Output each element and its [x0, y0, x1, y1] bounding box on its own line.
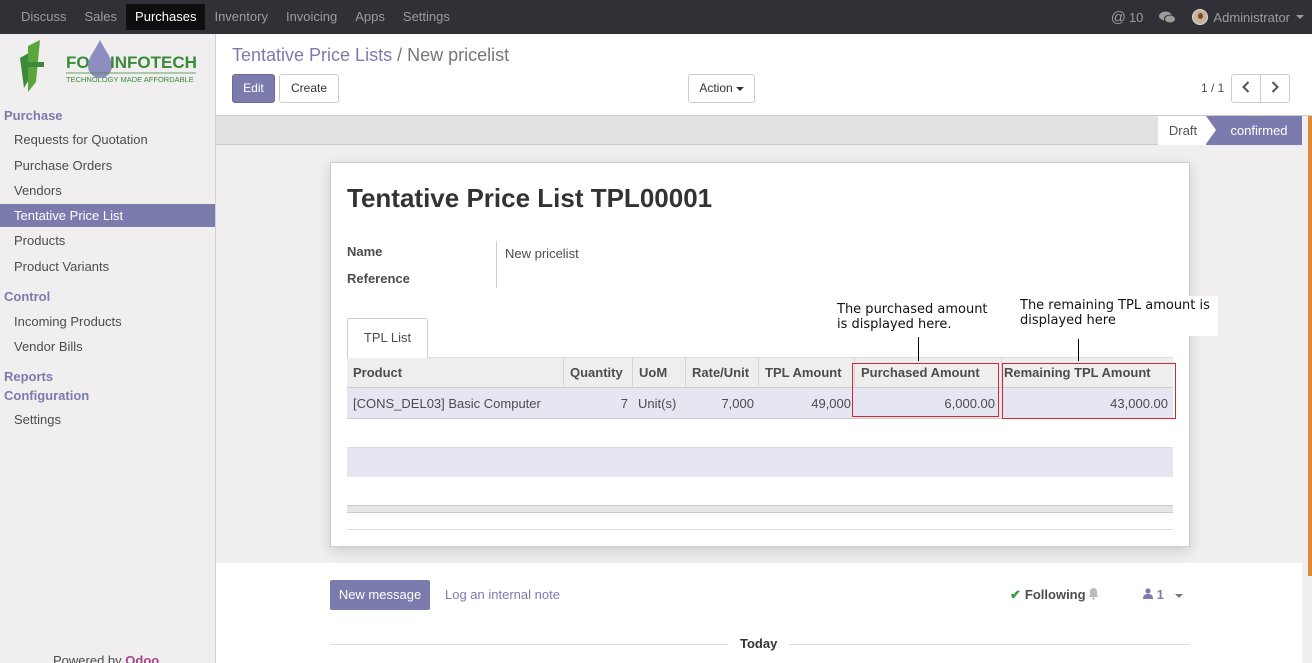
new-message-button[interactable]: New message: [330, 580, 430, 610]
cell-product: [CONS_DEL03] Basic Computer: [353, 396, 541, 411]
mentions-count: 10: [1128, 9, 1144, 25]
user-name: Administrator: [1213, 9, 1290, 25]
chat-button[interactable]: [1159, 11, 1177, 24]
sidebar: FO INFOTECH TECHNOLOGY MADE AFFORDABLE P…: [0, 34, 216, 663]
column-quantity[interactable]: Quantity: [563, 358, 632, 388]
sidebar-item-settings[interactable]: Settings: [0, 408, 215, 431]
sidebar-item-tentative-price-list[interactable]: Tentative Price List: [0, 204, 215, 227]
purchased-note-pointer: [918, 337, 919, 361]
breadcrumb: Tentative Price Lists / New pricelist: [232, 45, 509, 66]
sidebar-item-product-variants[interactable]: Product Variants: [0, 255, 215, 278]
breadcrumb-separator: /: [397, 45, 403, 65]
followers-count: 1: [1156, 587, 1164, 602]
section-reports[interactable]: Reports: [4, 369, 53, 384]
sidebar-item-incoming-products[interactable]: Incoming Products: [0, 310, 215, 333]
breadcrumb-parent[interactable]: Tentative Price Lists: [232, 45, 392, 65]
menu-discuss[interactable]: Discuss: [12, 4, 76, 30]
svg-text:INFOTECH: INFOTECH: [110, 53, 197, 72]
mentions-button[interactable]: @ 10: [1111, 9, 1144, 26]
avatar: [1192, 9, 1209, 25]
menu-invoicing[interactable]: Invoicing: [277, 4, 346, 30]
log-note-link[interactable]: Log an internal note: [445, 587, 560, 602]
scrollbar-thumb[interactable]: [1308, 116, 1312, 576]
following-button[interactable]: ✔ Following: [1010, 587, 1086, 603]
today-label: Today: [728, 636, 790, 651]
tab-tpl-list[interactable]: TPL List: [347, 318, 428, 358]
sidebar-item-vendors[interactable]: Vendors: [0, 179, 215, 202]
statusbar: Draft confirmed: [216, 116, 1302, 145]
column-uom[interactable]: UoM: [632, 358, 685, 388]
page-title: Tentative Price List TPL00001: [347, 183, 713, 213]
remaining-amount-note: The remaining TPL amount is displayed he…: [1017, 296, 1218, 336]
empty-row: [347, 447, 1173, 477]
sidebar-item-purchase-orders[interactable]: Purchase Orders: [0, 154, 215, 177]
purchased-amount-highlight: [852, 363, 999, 417]
cell-tpl-amount: 49,000: [811, 396, 851, 411]
powered-by: Powered by Odoo: [53, 653, 159, 663]
sidebar-item-products[interactable]: Products: [0, 229, 215, 252]
svg-text:TECHNOLOGY MADE AFFORDABLE: TECHNOLOGY MADE AFFORDABLE: [66, 75, 194, 84]
section-purchase: Purchase: [4, 108, 63, 123]
reference-label: Reference: [347, 271, 410, 286]
action-label: Action: [699, 81, 733, 95]
cell-rate-unit: 7,000: [721, 396, 754, 411]
sidebar-item-requests-for-quotation[interactable]: Requests for Quotation: [0, 128, 215, 151]
form-sheet: Tentative Price List TPL00001 Name Refer…: [330, 162, 1218, 547]
field-divider: [496, 241, 497, 288]
powered-by-label: Powered by: [53, 653, 122, 663]
svg-text:FO: FO: [66, 53, 90, 72]
breadcrumb-current: New pricelist: [407, 45, 510, 65]
sheet-divider: [347, 529, 1173, 530]
table-footer: [347, 505, 1173, 513]
followers-button[interactable]: 1: [1143, 587, 1184, 602]
name-label: Name: [347, 244, 383, 259]
menu-sales[interactable]: Sales: [76, 4, 127, 30]
menu-settings[interactable]: Settings: [394, 4, 459, 30]
chevron-down-icon: [1175, 593, 1184, 598]
chevron-left-icon: [1242, 81, 1250, 93]
chevron-down-icon: [1296, 15, 1304, 19]
column-product[interactable]: Product: [347, 358, 563, 388]
scrollbar[interactable]: [1302, 116, 1312, 663]
following-label: Following: [1024, 587, 1086, 602]
pager-next-button[interactable]: [1260, 74, 1290, 103]
status-separator: [1206, 116, 1216, 144]
at-icon: @: [1110, 8, 1126, 26]
section-configuration: Configuration: [4, 388, 90, 403]
purchased-amount-note: The purchased amount is displayed here.: [834, 300, 998, 335]
menu-purchases[interactable]: Purchases: [126, 4, 206, 30]
name-field: New pricelist: [505, 246, 579, 261]
chevron-down-icon: [735, 86, 744, 91]
top-navbar: Discuss Sales Purchases Inventory Invoic…: [0, 0, 1312, 34]
section-control: Control: [4, 289, 51, 304]
chevron-right-icon: [1271, 81, 1279, 93]
user-menu[interactable]: Administrator: [1192, 9, 1304, 25]
chat-bubbles-icon: [1159, 11, 1177, 23]
action-dropdown[interactable]: Action: [688, 74, 755, 103]
column-tpl-amount[interactable]: TPL Amount: [758, 358, 854, 388]
odoo-link[interactable]: Odoo: [125, 653, 159, 663]
cell-uom: Unit(s): [638, 396, 677, 411]
edit-button[interactable]: Edit: [232, 74, 275, 103]
bell-icon[interactable]: [1088, 587, 1099, 603]
menu-apps[interactable]: Apps: [346, 4, 394, 30]
main-menu: Discuss Sales Purchases Inventory Invoic…: [12, 4, 459, 30]
check-icon: ✔: [1010, 587, 1021, 602]
create-button[interactable]: Create: [279, 74, 339, 103]
pager-value[interactable]: 1 / 1: [1201, 81, 1224, 95]
systray: @ 10 Administrator: [1095, 0, 1304, 34]
sidebar-item-vendor-bills[interactable]: Vendor Bills: [0, 335, 215, 358]
column-rate-unit[interactable]: Rate/Unit: [685, 358, 758, 388]
cell-quantity: 7: [620, 396, 628, 411]
status-confirmed[interactable]: confirmed: [1206, 116, 1302, 145]
status-draft[interactable]: Draft: [1158, 116, 1208, 145]
pager-previous-button[interactable]: [1231, 74, 1261, 103]
control-panel: Tentative Price Lists / New pricelist Edit…: [216, 34, 1312, 116]
company-logo: FO INFOTECH TECHNOLOGY MADE AFFORDABLE: [20, 40, 197, 92]
menu-inventory[interactable]: Inventory: [205, 4, 276, 30]
remaining-note-pointer: [1078, 339, 1079, 361]
remaining-amount-highlight: [1002, 363, 1176, 419]
user-icon: [1143, 588, 1153, 599]
